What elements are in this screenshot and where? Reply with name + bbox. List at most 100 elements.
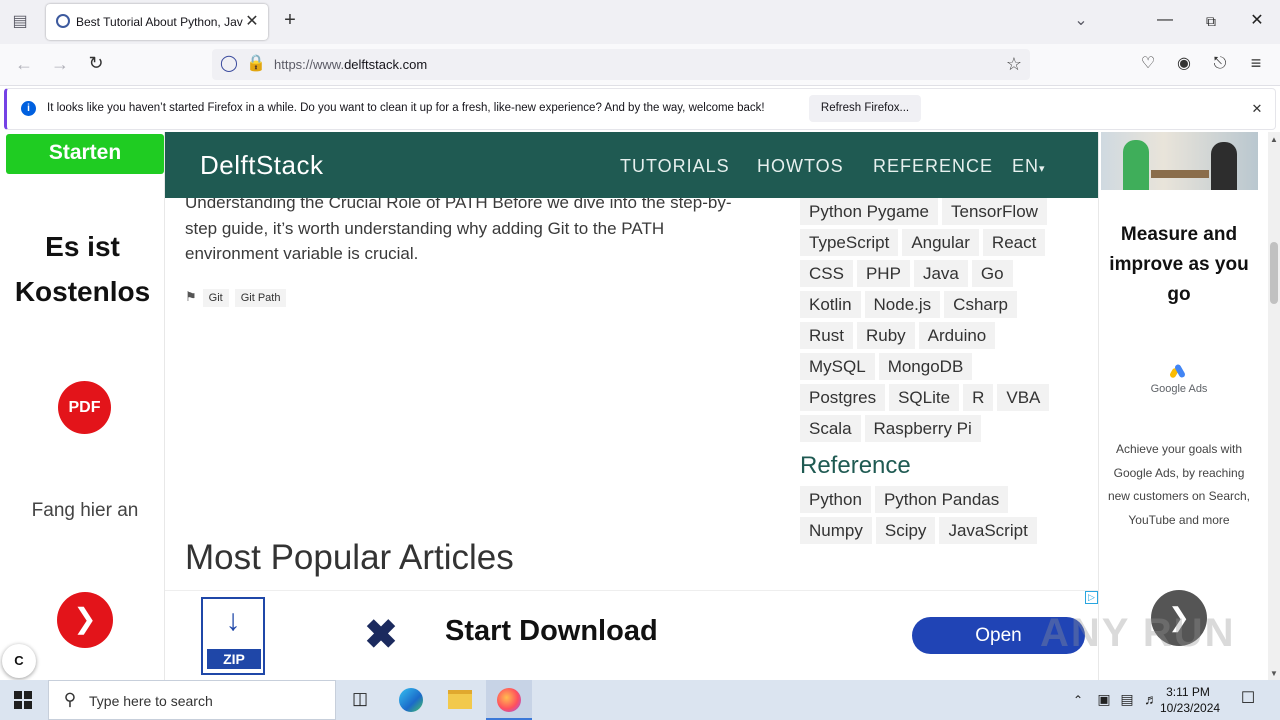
firefox-taskbar-button[interactable]	[486, 680, 532, 720]
lock-icon[interactable]: 🔒	[246, 56, 266, 72]
site-logo[interactable]: DelftStack	[200, 150, 324, 181]
download-arrow-icon: ↓	[225, 604, 241, 637]
topic-chip[interactable]: SQLite	[889, 384, 960, 411]
topic-chip[interactable]: Kotlin	[800, 291, 861, 318]
tab-overview-icon[interactable]: ▤	[10, 14, 30, 30]
topic-chip[interactable]: CSS	[800, 260, 853, 287]
ad-photo-table	[1151, 170, 1209, 178]
ad-headline: Es ist Kostenlos	[14, 231, 151, 307]
start-windows-icon[interactable]	[14, 691, 32, 709]
topic-chip[interactable]: Java	[913, 260, 968, 287]
search-icon: ⚲	[63, 690, 77, 709]
tag-git[interactable]: Git	[202, 289, 229, 307]
reference-chip[interactable]: Numpy	[800, 517, 872, 544]
topic-chip[interactable]: Arduino	[918, 322, 996, 349]
page-scrollbar[interactable]: ▲ ▼	[1268, 132, 1280, 680]
pdf-icon: PDF	[58, 381, 111, 434]
topic-chip[interactable]: Python Pygame	[800, 198, 939, 225]
tray-device-icon[interactable]: ▣	[1096, 691, 1112, 707]
new-tab-icon[interactable]: +	[280, 10, 300, 30]
address-bar[interactable]: ◯ 🔒 https://www.delftstack.com ☆	[212, 49, 1030, 80]
account-icon[interactable]: ◉	[1175, 56, 1193, 72]
close-window-icon[interactable]: ✕	[1248, 13, 1266, 29]
reference-chip[interactable]: Python Pandas	[874, 486, 1009, 513]
caret-down-icon: ▾	[1039, 163, 1046, 175]
topic-chip[interactable]: R	[963, 384, 994, 411]
topic-chip[interactable]: VBA	[997, 384, 1050, 411]
restore-icon[interactable]: ⧉	[1202, 13, 1220, 29]
consent-button[interactable]: C	[2, 644, 36, 678]
topic-chip[interactable]: Raspberry Pi	[864, 415, 981, 442]
nav-howtos[interactable]: HOWTOS	[757, 156, 844, 177]
refresh-firefox-button[interactable]: Refresh Firefox...	[809, 95, 921, 122]
bookmark-star-icon[interactable]: ☆	[1004, 55, 1024, 73]
system-clock[interactable]: 3:11 PM 10/23/2024	[1160, 684, 1221, 716]
advertiser-logo-icon: ✖	[364, 613, 398, 657]
active-tab[interactable]: Best Tutorial About Python, Jav ✕	[46, 4, 268, 40]
topic-chip[interactable]: Go	[971, 260, 1013, 287]
topic-chip[interactable]: React	[982, 229, 1046, 256]
volume-icon[interactable]: ♬	[1142, 691, 1160, 707]
topic-row: Kotlin Node.js Csharp	[800, 291, 1090, 322]
tracking-protection-icon[interactable]: ◯	[220, 56, 238, 72]
reference-chip[interactable]: Scipy	[875, 517, 936, 544]
close-notification-icon[interactable]: ✕	[1249, 101, 1265, 117]
file-explorer-icon[interactable]	[448, 690, 472, 709]
back-icon[interactable]: ←	[14, 55, 34, 73]
edge-icon[interactable]	[399, 688, 423, 712]
clock-date: 10/23/2024	[1160, 701, 1221, 715]
minimize-icon[interactable]: —	[1156, 12, 1174, 28]
nav-language[interactable]: EN▾	[1012, 156, 1046, 177]
topic-chip[interactable]: MongoDB	[878, 353, 973, 380]
adchoices-icon[interactable]: ▷	[1085, 591, 1098, 604]
url-text[interactable]: https://www.delftstack.com	[274, 57, 427, 72]
tray-chevron-icon[interactable]: ⌃	[1070, 692, 1086, 708]
firefox-notification-bar: i It looks like you haven’t started Fire…	[4, 88, 1276, 130]
zip-label: ZIP	[207, 649, 261, 669]
tab-strip: ▤ Best Tutorial About Python, Jav ✕ + ⌄ …	[0, 0, 1280, 44]
topic-chip[interactable]: Node.js	[864, 291, 941, 318]
topic-chip[interactable]: Csharp	[944, 291, 1017, 318]
topic-chip[interactable]: TensorFlow	[942, 198, 1047, 225]
site-favicon-icon	[56, 14, 70, 28]
nav-tutorials[interactable]: TUTORIALS	[620, 156, 730, 177]
taskbar-search[interactable]: ⚲ Type here to search	[48, 680, 336, 720]
notifications-icon[interactable]: ☐	[1238, 691, 1258, 707]
topic-chip[interactable]: PHP	[856, 260, 910, 287]
reference-chip[interactable]: JavaScript	[939, 517, 1037, 544]
ad-body: Achieve your goals with Google Ads, by r…	[1107, 442, 1251, 527]
topic-chip[interactable]: Postgres	[800, 384, 886, 411]
tag-git-path[interactable]: Git Path	[234, 289, 287, 307]
reference-heading: Reference	[800, 452, 911, 479]
nav-reference[interactable]: REFERENCE	[873, 156, 993, 177]
list-tabs-icon[interactable]: ⌄	[1072, 13, 1090, 29]
task-view-icon[interactable]: ◫	[350, 690, 370, 707]
topic-chip[interactable]: TypeScript	[800, 229, 899, 256]
topic-chip[interactable]: Scala	[800, 415, 861, 442]
scrollbar-thumb[interactable]	[1270, 242, 1278, 304]
network-icon[interactable]: ▤	[1118, 691, 1136, 707]
scroll-up-icon[interactable]: ▲	[1269, 132, 1279, 148]
topic-row: CSS PHP Java Go	[800, 260, 1090, 291]
menu-icon[interactable]: ≡	[1247, 54, 1265, 72]
ad-arrow-button[interactable]: ❯	[57, 592, 113, 648]
reference-chip[interactable]: Python	[800, 486, 871, 513]
forward-icon[interactable]: →	[50, 55, 70, 73]
topic-chip[interactable]: Rust	[800, 322, 853, 349]
bottom-advertisement[interactable]: ↓ ZIP ✖ Start Download Open ▷ ANY RUN	[165, 590, 1234, 680]
ad-headline: Measure and improve as you go	[1109, 224, 1249, 305]
url-domain: delftstack.com	[344, 57, 428, 72]
extensions-icon[interactable]: ⎋	[1211, 56, 1229, 72]
pocket-icon[interactable]: ♡	[1139, 56, 1157, 72]
topic-chip[interactable]: Angular	[902, 229, 979, 256]
reload-icon[interactable]: ↻	[86, 54, 106, 72]
google-ads-label: Google Ads	[1150, 383, 1208, 395]
topic-chip[interactable]: Ruby	[856, 322, 915, 349]
topic-chip[interactable]: MySQL	[800, 353, 875, 380]
left-advertisement[interactable]: Starten Es ist Kostenlos PDF Fang hier a…	[0, 132, 165, 680]
topic-row: Postgres SQLite R VBA	[800, 384, 1090, 415]
google-ads-logo-icon	[1168, 363, 1187, 379]
starten-button[interactable]: Starten	[6, 134, 164, 174]
close-tab-icon[interactable]: ✕	[244, 14, 260, 30]
right-advertisement[interactable]: Measure and improve as you go Google Ads…	[1098, 132, 1258, 680]
